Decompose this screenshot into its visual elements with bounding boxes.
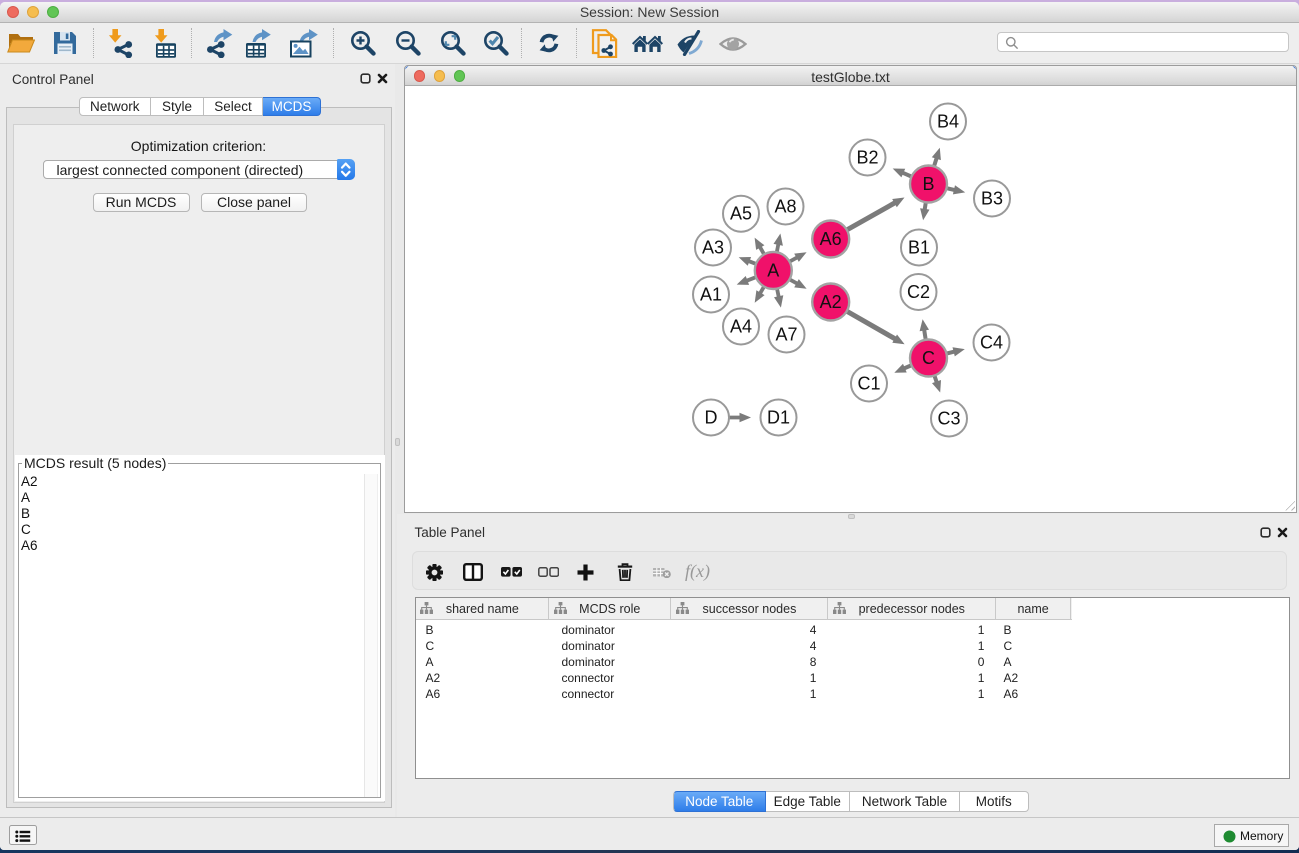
svg-text:A4: A4 [730, 317, 752, 337]
svg-text:C: C [922, 348, 935, 368]
svg-text:D1: D1 [767, 408, 790, 428]
svg-text:B1: B1 [908, 238, 930, 258]
svg-text:C1: C1 [857, 374, 880, 394]
svg-text:B3: B3 [981, 189, 1003, 209]
svg-text:A: A [767, 261, 779, 281]
svg-text:A6: A6 [820, 229, 842, 249]
svg-text:B4: B4 [937, 112, 959, 132]
svg-text:A3: A3 [702, 238, 724, 258]
svg-text:B: B [922, 174, 934, 194]
svg-text:A7: A7 [775, 325, 797, 345]
svg-text:A5: A5 [730, 204, 752, 224]
svg-text:A8: A8 [774, 197, 796, 217]
svg-text:A1: A1 [700, 285, 722, 305]
svg-text:C4: C4 [980, 333, 1003, 353]
svg-text:D: D [705, 408, 718, 428]
svg-text:C3: C3 [937, 409, 960, 429]
svg-text:A2: A2 [820, 292, 842, 312]
svg-text:B2: B2 [856, 148, 878, 168]
svg-text:C2: C2 [907, 282, 930, 302]
